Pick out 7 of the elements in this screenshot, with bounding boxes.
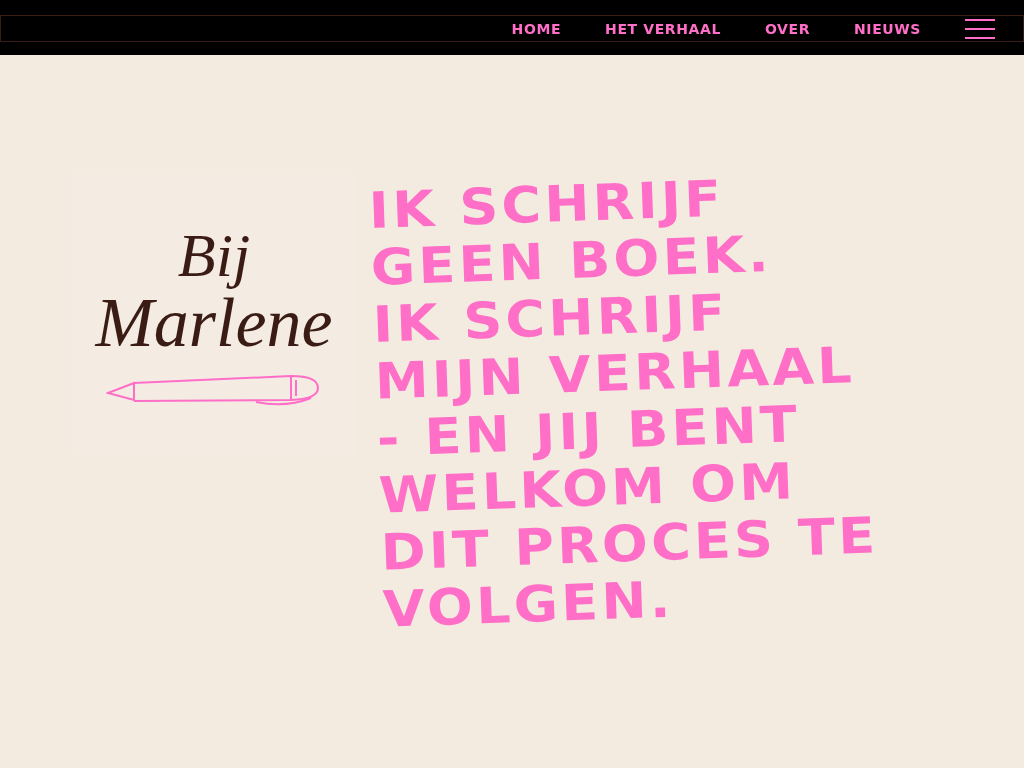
logo-text: Bij Marlene (95, 224, 333, 358)
nav-link[interactable]: HET VERHAAL (605, 20, 721, 37)
menu-icon[interactable] (965, 18, 995, 39)
nav-link[interactable]: NIEUWS (854, 20, 921, 37)
headline: IK SCHRIJF GEEN BOEK. IK SCHRIJF MIJN VERHAAL - EN JIJ BENT WELKOM OM DIT PROCES TE VOLGEN. (368, 168, 881, 639)
nav-link[interactable]: OVER (764, 20, 810, 37)
nav-link[interactable]: HOME (511, 20, 562, 37)
